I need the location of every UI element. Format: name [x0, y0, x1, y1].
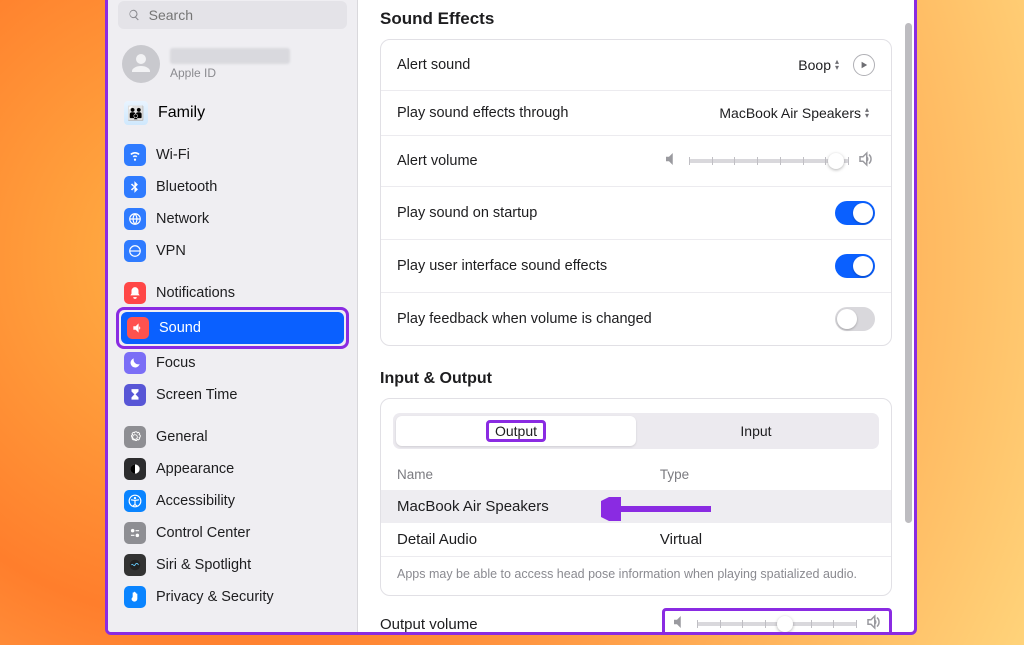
- play-through-dropdown[interactable]: MacBook Air Speakers ▴▾: [719, 105, 875, 121]
- sidebar-item-label: Siri & Spotlight: [156, 557, 251, 573]
- col-header-name: Name: [397, 467, 660, 482]
- search-icon: [128, 8, 141, 22]
- device-row[interactable]: Detail AudioVirtual: [381, 523, 891, 556]
- sidebar-item-label: General: [156, 429, 208, 445]
- sidebar-item-label: VPN: [156, 243, 186, 259]
- family-icon: 👪: [124, 101, 148, 125]
- apple-id-row[interactable]: Apple ID: [118, 39, 347, 93]
- sidebar-item-focus[interactable]: Focus: [118, 347, 347, 379]
- sidebar-item-screen-time[interactable]: Screen Time: [118, 379, 347, 411]
- io-segmented-control: Output Input: [393, 413, 879, 449]
- bluetooth-icon: [124, 176, 146, 198]
- output-volume-slider[interactable]: [671, 613, 883, 632]
- family-label: Family: [158, 104, 205, 122]
- sidebar-item-sound[interactable]: Sound: [121, 312, 344, 344]
- alert-sound-value: Boop: [798, 57, 831, 73]
- ui-effects-label: Play user interface sound effects: [397, 258, 607, 274]
- startup-toggle[interactable]: [835, 201, 875, 225]
- play-button[interactable]: [853, 54, 875, 76]
- alert-volume-slider[interactable]: [663, 150, 875, 172]
- avatar: [122, 45, 160, 83]
- alert-sound-dropdown[interactable]: Boop ▴▾: [798, 57, 845, 73]
- sidebar-item-notifications[interactable]: Notifications: [118, 277, 347, 309]
- chevron-updown-icon: ▴▾: [865, 107, 875, 119]
- output-volume-highlight: [662, 608, 892, 632]
- sidebar-item-bluetooth[interactable]: Bluetooth: [118, 171, 347, 203]
- annotation-arrow: [601, 497, 721, 521]
- volume-low-icon: [671, 613, 689, 632]
- volume-high-icon: [865, 613, 883, 632]
- scrollbar[interactable]: [905, 23, 912, 523]
- play-through-label: Play sound effects through: [397, 105, 568, 121]
- sidebar-item-label: Screen Time: [156, 387, 237, 403]
- sidebar-item-wi-fi[interactable]: Wi-Fi: [118, 139, 347, 171]
- vpn-icon: [124, 240, 146, 262]
- hand-icon: [124, 586, 146, 608]
- sidebar-item-general[interactable]: General: [118, 421, 347, 453]
- sidebar-item-label: Control Center: [156, 525, 250, 541]
- sidebar-item-label: Appearance: [156, 461, 234, 477]
- sidebar-item-control-center[interactable]: Control Center: [118, 517, 347, 549]
- sidebar-item-label: Network: [156, 211, 209, 227]
- gear-icon: [124, 426, 146, 448]
- sidebar: Apple ID 👪 Family Wi-Fi Bluetooth Network V…: [108, 0, 358, 632]
- search-input[interactable]: [149, 7, 337, 23]
- siri-icon: [124, 554, 146, 576]
- sidebar-item-label: Privacy & Security: [156, 589, 274, 605]
- output-volume-label: Output volume: [380, 616, 478, 633]
- feedback-toggle[interactable]: [835, 307, 875, 331]
- wifi-icon: [124, 144, 146, 166]
- device-name: Detail Audio: [397, 531, 660, 548]
- sidebar-item-accessibility[interactable]: Accessibility: [118, 485, 347, 517]
- alert-sound-label: Alert sound: [397, 57, 470, 73]
- sidebar-item-appearance[interactable]: Appearance: [118, 453, 347, 485]
- feedback-label: Play feedback when volume is changed: [397, 311, 652, 327]
- accessibility-icon: [124, 490, 146, 512]
- ui-effects-toggle[interactable]: [835, 254, 875, 278]
- volume-low-icon: [663, 150, 681, 172]
- device-type: Virtual: [660, 531, 875, 548]
- tab-input[interactable]: Input: [636, 416, 876, 446]
- hourglass-icon: [124, 384, 146, 406]
- moon-icon: [124, 352, 146, 374]
- apple-id-sublabel: Apple ID: [170, 66, 290, 80]
- network-icon: [124, 208, 146, 230]
- input-output-card: Output Input Name Type MacBook Air Speak…: [380, 398, 892, 596]
- sidebar-item-label: Wi-Fi: [156, 147, 190, 163]
- col-header-type: Type: [660, 467, 875, 482]
- main-content: Sound Effects Alert sound Boop ▴▾ Play s…: [358, 0, 914, 632]
- sidebar-item-label: Focus: [156, 355, 196, 371]
- tab-output[interactable]: Output: [396, 416, 636, 446]
- system-settings-window: Apple ID 👪 Family Wi-Fi Bluetooth Network V…: [105, 0, 917, 635]
- control-icon: [124, 522, 146, 544]
- sound-effects-card: Alert sound Boop ▴▾ Play sound effects t…: [380, 39, 892, 346]
- sidebar-item-family[interactable]: 👪 Family: [118, 95, 347, 131]
- sidebar-item-privacy-security[interactable]: Privacy & Security: [118, 581, 347, 613]
- play-through-value: MacBook Air Speakers: [719, 105, 861, 121]
- speaker-icon: [127, 317, 149, 339]
- section-title-input-output: Input & Output: [380, 370, 892, 388]
- alert-volume-label: Alert volume: [397, 153, 478, 169]
- sidebar-item-siri-spotlight[interactable]: Siri & Spotlight: [118, 549, 347, 581]
- volume-high-icon: [857, 150, 875, 172]
- user-name-redacted: [170, 48, 290, 64]
- section-title-sound-effects: Sound Effects: [380, 9, 892, 29]
- sidebar-item-label: Bluetooth: [156, 179, 217, 195]
- sidebar-item-label: Sound: [159, 320, 201, 336]
- appearance-icon: [124, 458, 146, 480]
- sidebar-item-network[interactable]: Network: [118, 203, 347, 235]
- bell-icon: [124, 282, 146, 304]
- sidebar-item-label: Accessibility: [156, 493, 235, 509]
- search-field[interactable]: [118, 1, 347, 29]
- startup-label: Play sound on startup: [397, 205, 537, 221]
- sidebar-item-label: Notifications: [156, 285, 235, 301]
- chevron-updown-icon: ▴▾: [835, 59, 845, 71]
- sidebar-item-vpn[interactable]: VPN: [118, 235, 347, 267]
- spatial-audio-note: Apps may be able to access head pose inf…: [381, 556, 891, 595]
